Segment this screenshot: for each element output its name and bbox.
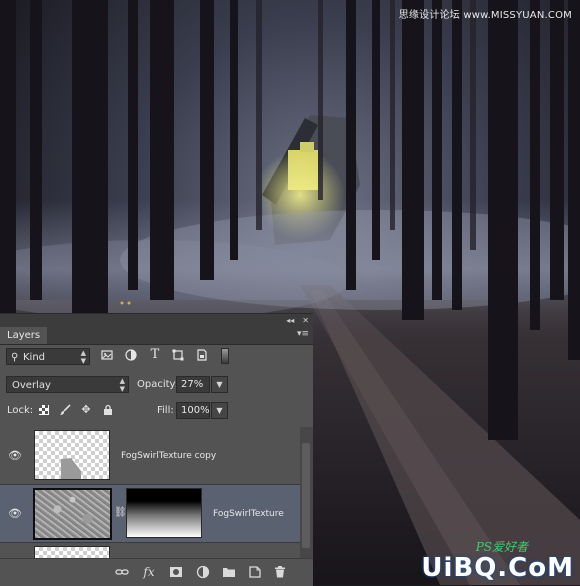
lock-image-pixels-brush-icon[interactable] xyxy=(59,404,71,416)
link-layers-icon[interactable] xyxy=(115,565,129,579)
type-filter-icon[interactable]: T xyxy=(149,348,161,361)
filter-kind-select[interactable]: ⚲ Kind ▲ ▼ xyxy=(6,348,90,365)
panel-title-bar: ◂◂ ✕ xyxy=(0,314,313,327)
layer-name[interactable]: FogSwirlTexture xyxy=(213,509,284,519)
new-group-icon[interactable] xyxy=(222,565,236,579)
layer-list: 👁 FogSwirlTexture copy 👁 ⛓ FogSwirlTextu… xyxy=(0,427,300,558)
image-filter-icon[interactable] xyxy=(101,349,113,361)
delete-layer-icon[interactable] xyxy=(273,565,287,579)
collapse-panel-icon[interactable]: ◂◂ xyxy=(286,316,294,325)
panel-tab-row: Layers ▾≡ xyxy=(0,327,313,345)
layer-mask-thumbnail[interactable] xyxy=(126,488,202,538)
blend-mode-value: Overlay xyxy=(12,380,51,391)
mask-link-chain-icon[interactable]: ⛓ xyxy=(114,507,127,518)
layer-thumbnail[interactable] xyxy=(34,546,110,558)
thumbnail-shape xyxy=(61,458,81,479)
fx-icon[interactable]: fx xyxy=(142,565,156,579)
scrollbar-thumb[interactable] xyxy=(302,443,310,548)
fill-label: Fill: xyxy=(157,405,174,416)
stepper-arrows-icon: ▲ ▼ xyxy=(80,349,86,365)
panel-menu-icon[interactable]: ▾≡ xyxy=(297,329,309,339)
smart-object-filter-icon[interactable] xyxy=(196,349,208,361)
filter-kind-label: Kind xyxy=(23,352,46,363)
blend-mode-select[interactable]: Overlay ▲ ▼ xyxy=(6,376,129,393)
layer-row-fogswirltexture[interactable]: 👁 ⛓ FogSwirlTexture xyxy=(0,485,300,543)
lock-label: Lock: xyxy=(7,405,34,416)
opacity-input[interactable]: 27% xyxy=(176,376,210,393)
fill-slider-dropdown[interactable]: ▼ xyxy=(211,402,228,419)
watermark-site-logo: UiBQ.CoM xyxy=(421,553,574,583)
lock-transparent-pixels-icon[interactable] xyxy=(38,404,50,416)
search-icon: ⚲ xyxy=(11,352,19,363)
layer-row-fogswirltexture-copy[interactable]: 👁 FogSwirlTexture copy xyxy=(0,427,300,485)
layer-name[interactable]: FogSwirlTexture copy xyxy=(121,451,216,461)
layers-bottom-toolbar: fx xyxy=(0,558,313,586)
close-panel-icon[interactable]: ✕ xyxy=(302,316,309,325)
watermark-top: 思缘设计论坛 www.MISSYUAN.COM xyxy=(398,10,572,21)
add-mask-icon[interactable] xyxy=(169,565,183,579)
tab-layers[interactable]: Layers xyxy=(0,327,48,344)
filter-toggle-switch[interactable] xyxy=(221,348,229,364)
new-layer-icon[interactable] xyxy=(248,565,262,579)
adjustment-filter-icon[interactable] xyxy=(125,349,137,361)
adjustment-layer-icon[interactable] xyxy=(196,565,210,579)
visibility-eye-icon[interactable]: 👁 xyxy=(8,508,22,519)
stepper-arrows-icon: ▲ ▼ xyxy=(119,377,125,393)
lock-position-move-icon[interactable]: ✥ xyxy=(80,404,92,416)
opacity-label: Opacity: xyxy=(137,379,179,390)
layer-row-partial[interactable] xyxy=(0,543,300,558)
layer-list-scrollbar[interactable] xyxy=(300,427,313,558)
lock-all-icon[interactable] xyxy=(102,404,114,416)
visibility-eye-icon[interactable]: 👁 xyxy=(8,450,22,461)
shape-filter-icon[interactable] xyxy=(172,349,184,361)
layer-thumbnail[interactable] xyxy=(34,430,110,480)
layer-thumbnail[interactable] xyxy=(33,488,112,540)
fill-input[interactable]: 100% xyxy=(176,402,210,419)
opacity-slider-dropdown[interactable]: ▼ xyxy=(211,376,228,393)
